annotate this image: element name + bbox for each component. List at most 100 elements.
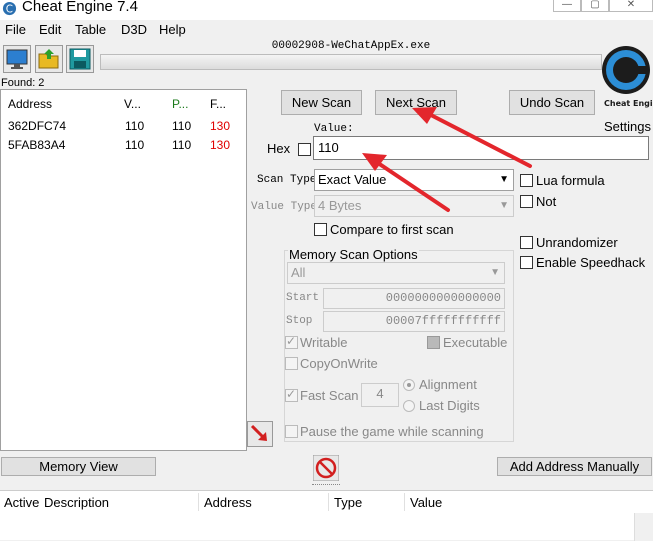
scan-results-list[interactable]: Address V... P... F... 362DFC74 110 110 …	[0, 89, 247, 451]
copy-on-write-label: CopyOnWrite	[300, 356, 378, 371]
executable-label: Executable	[443, 335, 508, 350]
undo-scan-button[interactable]: Undo Scan	[509, 90, 595, 115]
minimize-button[interactable]: —	[553, 0, 581, 12]
executable-checkbox[interactable]	[427, 336, 440, 349]
memory-scan-options-title: Memory Scan Options	[288, 247, 419, 262]
result-value: 110	[125, 138, 145, 152]
result-previous: 110	[172, 138, 192, 152]
col-address[interactable]: Address	[8, 97, 52, 111]
found-count: Found: 2	[1, 77, 45, 89]
start-label: Start	[286, 292, 320, 304]
result-address: 5FAB83A4	[8, 138, 66, 152]
memory-region-select[interactable]: All ▼	[287, 262, 505, 284]
col-description[interactable]: Description	[44, 495, 109, 510]
scan-value-input[interactable]: 110	[313, 136, 649, 160]
compare-first-label: Compare to first scan	[330, 222, 454, 237]
result-previous: 110	[172, 119, 192, 133]
fast-scan-label: Fast Scan	[300, 388, 359, 403]
lua-formula-checkbox[interactable]	[520, 174, 533, 187]
writable-label: Writable	[300, 335, 348, 350]
chevron-down-icon: ▼	[499, 200, 509, 211]
new-scan-button[interactable]: New Scan	[281, 90, 362, 115]
address-list[interactable]: Active Description Address Type Value	[0, 490, 653, 541]
alignment-label: Alignment	[419, 377, 477, 392]
open-file-button[interactable]	[35, 45, 63, 73]
col-first[interactable]: F...	[210, 97, 226, 111]
menu-table[interactable]: Table	[75, 22, 106, 37]
splitter-handle[interactable]	[312, 484, 340, 486]
unrandomizer-checkbox[interactable]	[520, 236, 533, 249]
save-button[interactable]	[66, 45, 94, 73]
add-address-manually-button[interactable]: Add Address Manually	[497, 457, 652, 476]
stop-scan-button[interactable]	[312, 454, 340, 482]
next-scan-button[interactable]: Next Scan	[375, 90, 457, 115]
alignment-radio[interactable]	[403, 379, 415, 391]
close-button[interactable]: ✕	[609, 0, 653, 12]
col-value[interactable]: V...	[124, 97, 141, 111]
chevron-down-icon: ▼	[490, 267, 500, 278]
title-bar: C Cheat Engine 7.4 — ▢ ✕	[0, 0, 653, 20]
pause-game-label: Pause the game while scanning	[300, 424, 484, 439]
not-checkbox[interactable]	[520, 195, 533, 208]
column-divider	[198, 493, 199, 511]
logo-text: Cheat Engine	[604, 99, 652, 108]
process-name: 00002908-WeChatAppEx.exe	[271, 40, 431, 52]
col-address[interactable]: Address	[204, 495, 252, 510]
col-active[interactable]: Active	[4, 495, 39, 510]
stop-label: Stop	[286, 315, 313, 327]
pause-game-checkbox[interactable]	[285, 425, 298, 438]
menu-bar: File Edit Table D3D Help	[0, 20, 653, 41]
value-type-value: 4 Bytes	[318, 198, 362, 213]
scan-progress-bar	[100, 54, 602, 70]
last-digits-radio[interactable]	[403, 400, 415, 412]
value-type-label: Value Type	[251, 201, 318, 213]
value-type-select[interactable]: 4 Bytes ▼	[314, 195, 514, 217]
column-divider	[328, 493, 329, 511]
result-row[interactable]: 362DFC74 110 110 130	[1, 118, 246, 136]
open-process-button[interactable]	[3, 45, 31, 73]
cheat-engine-logo[interactable]: Cheat Engine	[600, 40, 652, 118]
fast-scan-value-field[interactable]: 4	[361, 383, 399, 407]
hex-label: Hex	[267, 141, 291, 156]
maximize-button[interactable]: ▢	[581, 0, 609, 12]
result-first: 130	[210, 138, 231, 152]
window-title: Cheat Engine 7.4	[22, 0, 138, 15]
unrandomizer-label: Unrandomizer	[536, 235, 618, 250]
hex-checkbox[interactable]	[298, 143, 311, 156]
scrollbar[interactable]	[634, 513, 653, 541]
scan-type-select[interactable]: Exact Value ▼	[314, 169, 514, 191]
scan-type-value: Exact Value	[318, 172, 387, 187]
start-address-field[interactable]: 0000000000000000	[323, 288, 505, 309]
result-row[interactable]: 5FAB83A4 110 110 130	[1, 137, 246, 155]
cheat-engine-app-icon: C	[2, 1, 17, 15]
chevron-down-icon: ▼	[499, 174, 509, 185]
not-label: Not	[536, 194, 557, 209]
monitor-icon	[6, 49, 28, 69]
scan-type-label: Scan Type	[257, 174, 317, 186]
col-type[interactable]: Type	[334, 495, 362, 510]
menu-d3d[interactable]: D3D	[121, 22, 147, 37]
fast-scan-checkbox[interactable]	[285, 387, 298, 402]
writable-checkbox[interactable]	[285, 334, 298, 349]
col-previous[interactable]: P...	[172, 97, 188, 111]
menu-edit[interactable]: Edit	[39, 22, 61, 37]
floppy-disk-icon	[69, 48, 91, 70]
copy-on-write-checkbox[interactable]	[285, 357, 298, 370]
result-first: 130	[210, 119, 231, 133]
col-value[interactable]: Value	[410, 495, 442, 510]
memory-region-value: All	[291, 265, 306, 280]
column-divider	[404, 493, 405, 511]
result-address: 362DFC74	[8, 119, 67, 133]
add-to-list-button[interactable]	[247, 421, 273, 447]
last-digits-label: Last Digits	[419, 398, 480, 413]
memory-view-button[interactable]: Memory View	[1, 457, 156, 476]
no-sign-icon	[312, 454, 340, 482]
menu-help[interactable]: Help	[159, 22, 186, 37]
speedhack-checkbox[interactable]	[520, 256, 533, 269]
lua-formula-label: Lua formula	[536, 173, 605, 188]
stop-address-field[interactable]: 00007fffffffffff	[323, 311, 505, 332]
menu-file[interactable]: File	[5, 22, 26, 37]
speedhack-label: Enable Speedhack	[536, 255, 646, 270]
compare-first-checkbox[interactable]	[314, 223, 327, 236]
settings-link[interactable]: Settings	[604, 119, 651, 134]
